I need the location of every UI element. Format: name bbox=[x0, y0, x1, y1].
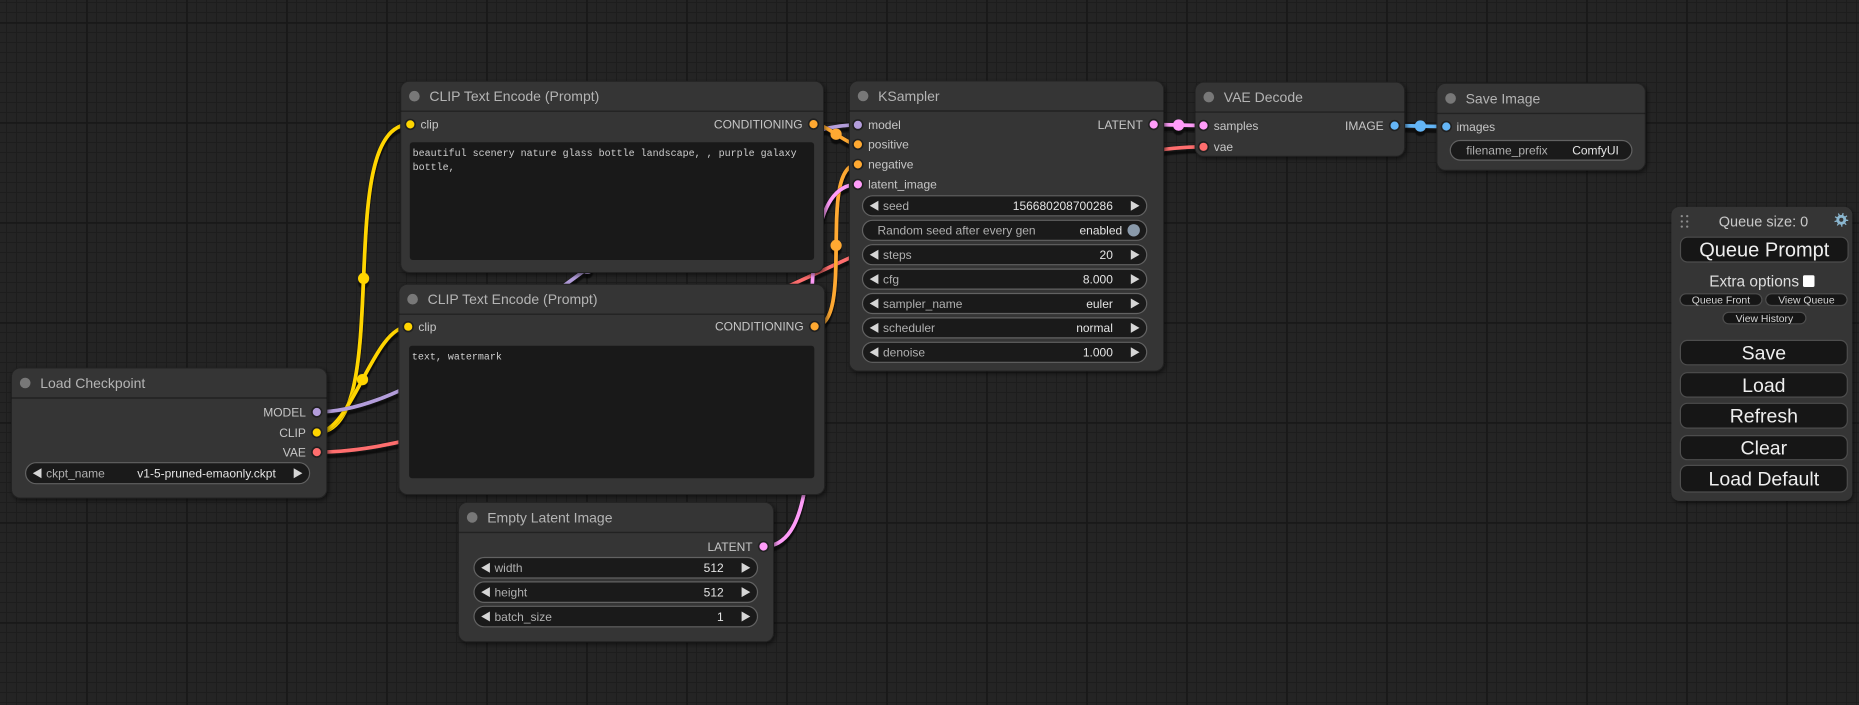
svg-text:v1-5-pruned-emaonly.ckpt: v1-5-pruned-emaonly.ckpt bbox=[137, 467, 276, 481]
svg-text:clip: clip bbox=[421, 118, 439, 132]
svg-text:CONDITIONING: CONDITIONING bbox=[715, 320, 804, 334]
svg-text:LATENT: LATENT bbox=[707, 540, 753, 554]
svg-text:KSampler: KSampler bbox=[878, 88, 940, 104]
svg-text:steps: steps bbox=[883, 248, 912, 262]
svg-text:bottle,: bottle, bbox=[413, 162, 455, 174]
svg-text:text, watermark: text, watermark bbox=[412, 352, 502, 364]
svg-text:Extra options: Extra options bbox=[1709, 274, 1799, 291]
svg-text:normal: normal bbox=[1076, 321, 1113, 335]
svg-text:ComfyUI: ComfyUI bbox=[1572, 144, 1619, 158]
svg-text:VAE: VAE bbox=[283, 445, 306, 459]
svg-text:Load: Load bbox=[1742, 375, 1785, 397]
svg-text:Save: Save bbox=[1742, 343, 1786, 365]
svg-text:Queue Prompt: Queue Prompt bbox=[1699, 240, 1830, 262]
svg-text:filename_prefix: filename_prefix bbox=[1466, 144, 1547, 158]
svg-text:ckpt_name: ckpt_name bbox=[46, 467, 105, 481]
svg-text:samples: samples bbox=[1214, 119, 1259, 133]
svg-text:denoise: denoise bbox=[883, 346, 925, 360]
svg-text:Refresh: Refresh bbox=[1730, 406, 1798, 428]
svg-text:1.000: 1.000 bbox=[1083, 346, 1113, 360]
svg-text:clip: clip bbox=[418, 320, 436, 334]
svg-text:1: 1 bbox=[717, 610, 724, 624]
svg-text:Load Checkpoint: Load Checkpoint bbox=[40, 375, 145, 391]
svg-text:Empty Latent Image: Empty Latent Image bbox=[487, 509, 613, 525]
svg-text:LATENT: LATENT bbox=[1098, 118, 1144, 132]
svg-text:Queue Front: Queue Front bbox=[1692, 295, 1750, 306]
svg-text:View Queue: View Queue bbox=[1778, 295, 1835, 306]
svg-text:CLIP Text Encode (Prompt): CLIP Text Encode (Prompt) bbox=[428, 291, 598, 307]
svg-text:images: images bbox=[1457, 120, 1496, 134]
svg-text:sampler_name: sampler_name bbox=[883, 297, 963, 311]
svg-text:cfg: cfg bbox=[883, 272, 899, 286]
svg-text:batch_size: batch_size bbox=[495, 610, 553, 624]
svg-text:enabled: enabled bbox=[1079, 224, 1122, 238]
svg-text:scheduler: scheduler bbox=[883, 321, 935, 335]
svg-text:Clear: Clear bbox=[1741, 438, 1788, 460]
svg-text:20: 20 bbox=[1100, 248, 1114, 262]
svg-text:latent_image: latent_image bbox=[868, 178, 937, 192]
svg-text:512: 512 bbox=[704, 585, 724, 599]
svg-text:Save Image: Save Image bbox=[1466, 90, 1541, 106]
svg-text:MODEL: MODEL bbox=[263, 405, 306, 419]
svg-text:Load Default: Load Default bbox=[1709, 469, 1820, 491]
svg-text:height: height bbox=[495, 585, 528, 599]
svg-text:Random seed after every gen: Random seed after every gen bbox=[878, 224, 1036, 238]
svg-text:euler: euler bbox=[1086, 297, 1113, 311]
svg-text:VAE Decode: VAE Decode bbox=[1224, 89, 1303, 105]
svg-text:View History: View History bbox=[1736, 314, 1794, 325]
svg-text:CONDITIONING: CONDITIONING bbox=[714, 117, 803, 131]
svg-text:positive: positive bbox=[868, 138, 909, 152]
svg-text:CLIP Text Encode (Prompt): CLIP Text Encode (Prompt) bbox=[429, 88, 599, 104]
svg-text:156680208700286: 156680208700286 bbox=[1013, 199, 1113, 213]
svg-text:width: width bbox=[494, 561, 523, 575]
svg-text:512: 512 bbox=[704, 561, 724, 575]
svg-text:Queue size: 0: Queue size: 0 bbox=[1719, 214, 1808, 230]
svg-text:negative: negative bbox=[868, 158, 914, 172]
svg-text:model: model bbox=[868, 118, 901, 132]
svg-text:vae: vae bbox=[1214, 140, 1234, 154]
svg-text:CLIP: CLIP bbox=[279, 426, 306, 440]
svg-text:IMAGE: IMAGE bbox=[1345, 119, 1384, 133]
svg-text:8.000: 8.000 bbox=[1083, 272, 1113, 286]
svg-text:seed: seed bbox=[883, 199, 909, 213]
svg-text:beautiful scenery nature glass: beautiful scenery nature glass bottle la… bbox=[413, 148, 797, 160]
